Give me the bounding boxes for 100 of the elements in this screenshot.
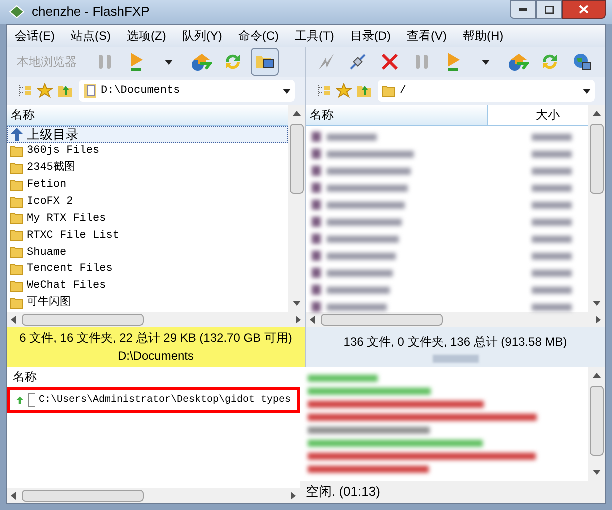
file-name: Shuame xyxy=(27,246,67,261)
address-dropdown[interactable]: / xyxy=(378,80,595,102)
folder-computer-icon xyxy=(255,53,275,71)
menu-item[interactable]: 查看(V) xyxy=(407,27,447,45)
column-header[interactable]: 名称 xyxy=(7,105,288,126)
scroll-thumb[interactable] xyxy=(590,386,604,456)
refresh-icon xyxy=(223,52,243,72)
vertical-scrollbar[interactable] xyxy=(288,105,305,312)
tree-view-icon xyxy=(316,83,332,99)
folder-icon xyxy=(10,246,24,260)
scroll-thumb[interactable] xyxy=(290,124,304,194)
scroll-right-icon xyxy=(596,316,601,324)
file-name: RTXC File List xyxy=(27,228,120,244)
scroll-up-icon xyxy=(292,111,300,116)
scroll-thumb[interactable] xyxy=(590,124,604,194)
scroll-down-icon xyxy=(592,470,600,475)
address-text: / xyxy=(400,84,408,99)
scroll-thumb[interactable] xyxy=(22,490,144,502)
vertical-scrollbar[interactable] xyxy=(588,367,605,481)
scroll-right-icon xyxy=(296,316,301,324)
scroll-left-icon xyxy=(11,316,16,324)
maximize-button[interactable] xyxy=(536,0,562,19)
menu-item[interactable]: 工具(T) xyxy=(295,27,334,45)
play-icon xyxy=(129,52,145,72)
file-row[interactable]: 可牛闪图 xyxy=(7,295,288,312)
scroll-down-icon xyxy=(592,301,600,306)
queue-path: C:\Users\Administrator\Desktop\gidot types xyxy=(38,394,291,408)
scroll-left-icon xyxy=(310,316,315,324)
menu-item[interactable]: 队列(Y) xyxy=(182,27,222,45)
menu-item[interactable]: 选项(Z) xyxy=(127,27,166,45)
file-row[interactable]: Tencent Files xyxy=(7,261,288,278)
scroll-thumb[interactable] xyxy=(22,314,144,326)
file-row[interactable]: Fetion xyxy=(7,176,288,194)
plug-icon xyxy=(348,52,368,72)
minimize-icon xyxy=(519,8,527,11)
file-row[interactable]: Shuame xyxy=(7,244,288,262)
horizontal-scrollbar[interactable] xyxy=(7,488,300,503)
file-row[interactable]: 上级目录 xyxy=(7,126,288,143)
caret-icon xyxy=(283,88,291,94)
caret-icon xyxy=(482,60,490,64)
lightning-icon xyxy=(316,52,336,72)
menu-item[interactable]: 站点(S) xyxy=(71,27,111,45)
local-status-text: 6 文件, 16 文件夹, 22 总计 29 KB (132.70 GB 可用) xyxy=(20,330,292,347)
file-name: 可牛闪图 xyxy=(27,295,71,312)
file-row[interactable]: WeChat Files xyxy=(7,278,288,296)
document-folder-icon xyxy=(83,83,97,99)
file-row[interactable]: My RTX Files xyxy=(7,210,288,228)
globe-computer-icon xyxy=(572,52,592,72)
pause-icon xyxy=(97,53,113,71)
minimize-button[interactable] xyxy=(510,0,536,19)
menu-item[interactable]: 命令(C) xyxy=(238,27,279,45)
remote-status-text: 136 文件, 0 文件夹, 136 总计 (913.58 MB) xyxy=(344,334,568,351)
refresh-icon xyxy=(540,52,560,72)
menu-item[interactable]: 会话(E) xyxy=(15,27,55,45)
file-name: 360js Files xyxy=(27,144,100,160)
queue-row[interactable]: C:\Users\Administrator\Desktop\gidot types xyxy=(7,387,300,413)
folder-icon xyxy=(10,263,24,276)
local-browse-button[interactable] xyxy=(251,48,279,76)
folder-icon xyxy=(10,162,24,175)
caret-icon xyxy=(583,88,591,94)
menu-item[interactable]: 目录(D) xyxy=(350,27,391,45)
transfer-icon xyxy=(507,52,529,72)
address-text: D:\Documents xyxy=(101,84,182,99)
close-button[interactable] xyxy=(562,0,606,19)
folder-up-icon xyxy=(57,83,73,99)
tree-view-icon xyxy=(17,83,33,99)
scroll-left-icon xyxy=(11,492,16,500)
play-icon xyxy=(446,52,462,72)
close-icon xyxy=(579,5,589,14)
blurred-label xyxy=(432,355,478,363)
status-text: 空闲. (01:13) xyxy=(306,483,380,502)
file-row[interactable]: 2345截图 xyxy=(7,160,288,177)
address-dropdown[interactable]: D:\Documents xyxy=(79,80,295,102)
up-arrow-icon xyxy=(10,126,24,142)
abort-icon xyxy=(381,53,399,71)
column-header[interactable]: 名称 xyxy=(7,367,300,387)
folder-up-icon xyxy=(356,83,372,99)
transfer-icon xyxy=(190,52,212,72)
folder-icon xyxy=(10,178,24,192)
star-icon xyxy=(336,83,352,99)
file-row[interactable]: RTXC File List xyxy=(7,227,288,244)
maximize-icon xyxy=(544,6,554,14)
folder-icon xyxy=(10,212,24,226)
menu-item[interactable]: 帮助(H) xyxy=(463,27,504,45)
scroll-up-icon xyxy=(592,373,600,378)
file-name: 上级目录 xyxy=(27,126,79,144)
file-row[interactable]: 360js Files xyxy=(7,142,288,160)
column-header[interactable]: 名称 xyxy=(306,105,488,125)
file-name: 2345截图 xyxy=(27,160,76,176)
vertical-scrollbar[interactable] xyxy=(588,105,605,312)
file-name: Fetion xyxy=(27,178,67,193)
pause-icon xyxy=(414,53,430,71)
scroll-down-icon xyxy=(292,301,300,306)
folder-icon xyxy=(10,280,24,294)
scroll-right-icon xyxy=(291,492,296,500)
scroll-thumb[interactable] xyxy=(321,314,443,326)
local-path-text: D:\Documents xyxy=(118,348,194,365)
folder-icon xyxy=(10,196,24,209)
file-row[interactable]: IcoFX 2 xyxy=(7,194,288,211)
star-icon xyxy=(37,83,53,99)
